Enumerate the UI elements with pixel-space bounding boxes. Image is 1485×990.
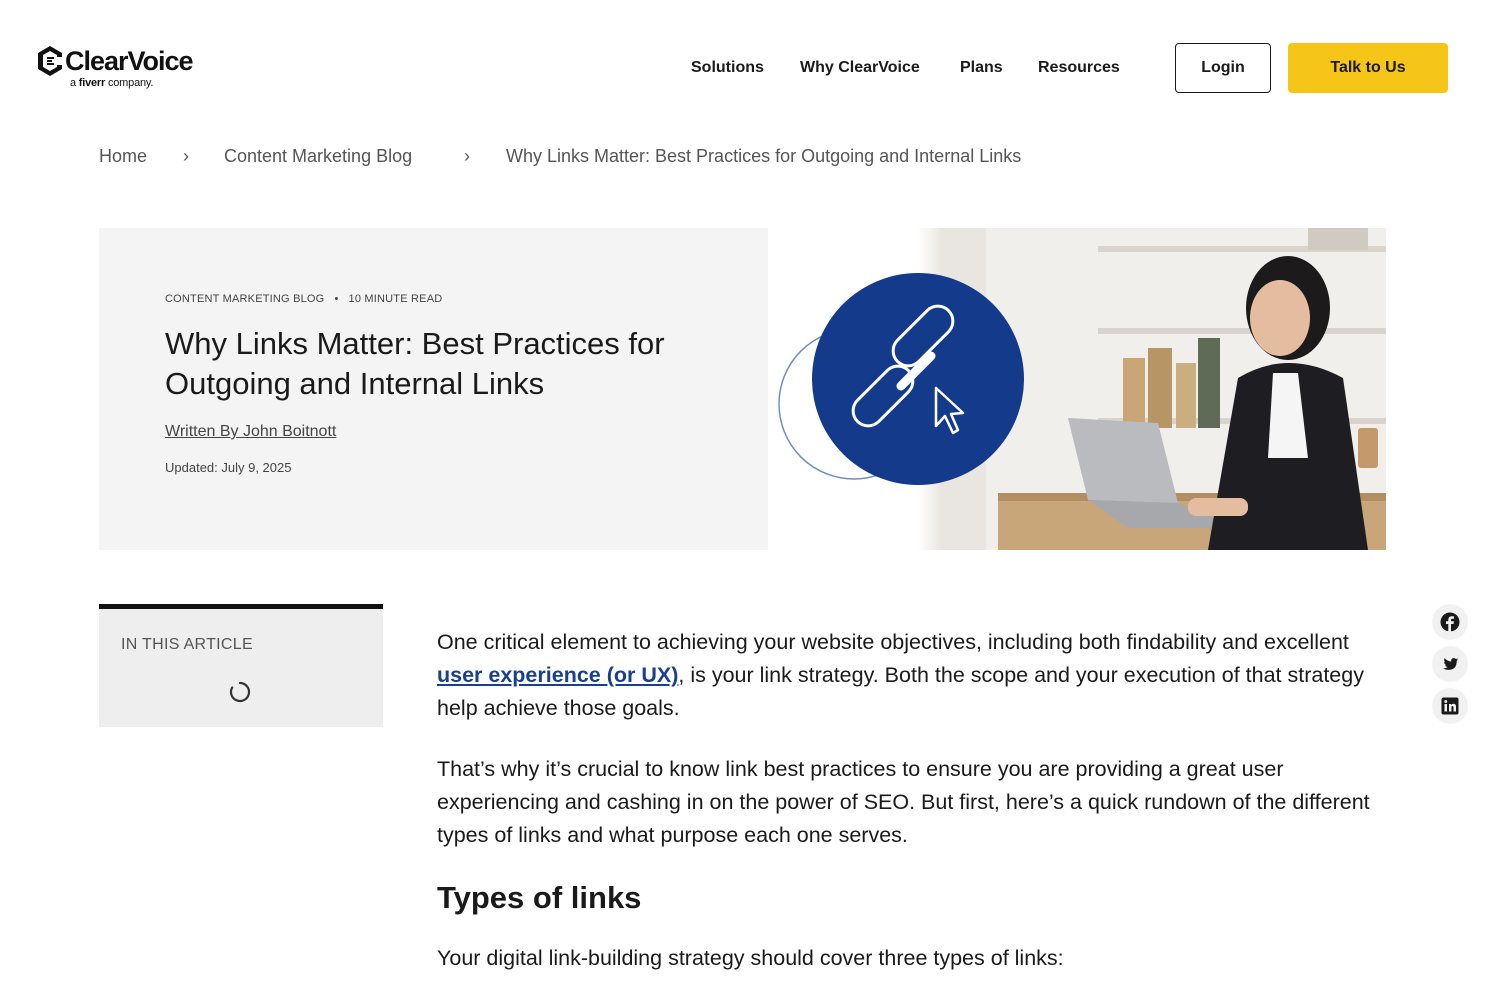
logo-tagline: a fiverr company. xyxy=(70,77,154,89)
table-of-contents: IN THIS ARTICLE xyxy=(99,604,383,727)
breadcrumb-separator: › xyxy=(464,146,470,166)
spinner-icon xyxy=(229,681,251,703)
author-link[interactable]: Written By John Boitnott xyxy=(165,423,336,441)
linkedin-icon xyxy=(1441,697,1459,715)
hero-text-panel: CONTENT MARKETING BLOG • 10 MINUTE READ Wh… xyxy=(99,228,768,550)
intro-paragraph: One critical element to achieving your w… xyxy=(437,630,1364,720)
meta-dot: • xyxy=(334,293,339,305)
nav-why-clearvoice[interactable]: Why ClearVoice xyxy=(800,56,920,80)
article-title: Why Links Matter: Best Practices for Out… xyxy=(165,326,665,401)
nav-resources[interactable]: Resources xyxy=(1038,56,1120,80)
hero-illustration xyxy=(778,228,1386,550)
article-hero: CONTENT MARKETING BLOG • 10 MINUTE READ Wh… xyxy=(99,228,1386,550)
user-experience-link[interactable]: user experience (or UX) xyxy=(437,663,678,687)
share-linkedin-button[interactable] xyxy=(1432,688,1468,724)
logo-wordmark: ClearVoice xyxy=(65,46,194,76)
facebook-icon xyxy=(1440,612,1460,632)
body-paragraph: That’s why it’s crucial to know link bes… xyxy=(437,757,1370,847)
article-meta: CONTENT MARKETING BLOG • 10 MINUTE READ xyxy=(165,293,442,305)
share-facebook-button[interactable] xyxy=(1432,604,1468,640)
breadcrumb-separator: › xyxy=(183,146,189,166)
login-button[interactable]: Login xyxy=(1175,43,1271,93)
twitter-icon xyxy=(1442,658,1458,670)
nav-solutions[interactable]: Solutions xyxy=(691,56,764,80)
toc-title: IN THIS ARTICLE xyxy=(121,636,253,653)
nav-plans[interactable]: Plans xyxy=(960,56,1003,80)
read-time: 10 MINUTE READ xyxy=(348,293,443,305)
breadcrumb-home[interactable]: Home xyxy=(99,143,147,169)
talk-to-us-button[interactable]: Talk to Us xyxy=(1288,43,1448,93)
site-header: ClearVoice a fiverr company. Solutions W… xyxy=(0,0,1485,130)
body-paragraph: Your digital link-building strategy shou… xyxy=(437,946,1064,970)
share-twitter-button[interactable] xyxy=(1432,646,1468,682)
clearvoice-logo-icon xyxy=(38,46,62,76)
breadcrumb-content-marketing-blog[interactable]: Content Marketing Blog xyxy=(224,143,412,169)
breadcrumb-current: Why Links Matter: Best Practices for Out… xyxy=(506,146,1022,166)
article-category[interactable]: CONTENT MARKETING BLOG xyxy=(165,293,324,305)
clearvoice-logo[interactable]: ClearVoice a fiverr company. xyxy=(36,44,206,94)
updated-date: Updated: July 9, 2025 xyxy=(165,460,292,475)
section-heading: Types of links xyxy=(437,880,642,915)
hero-image xyxy=(768,228,1386,550)
